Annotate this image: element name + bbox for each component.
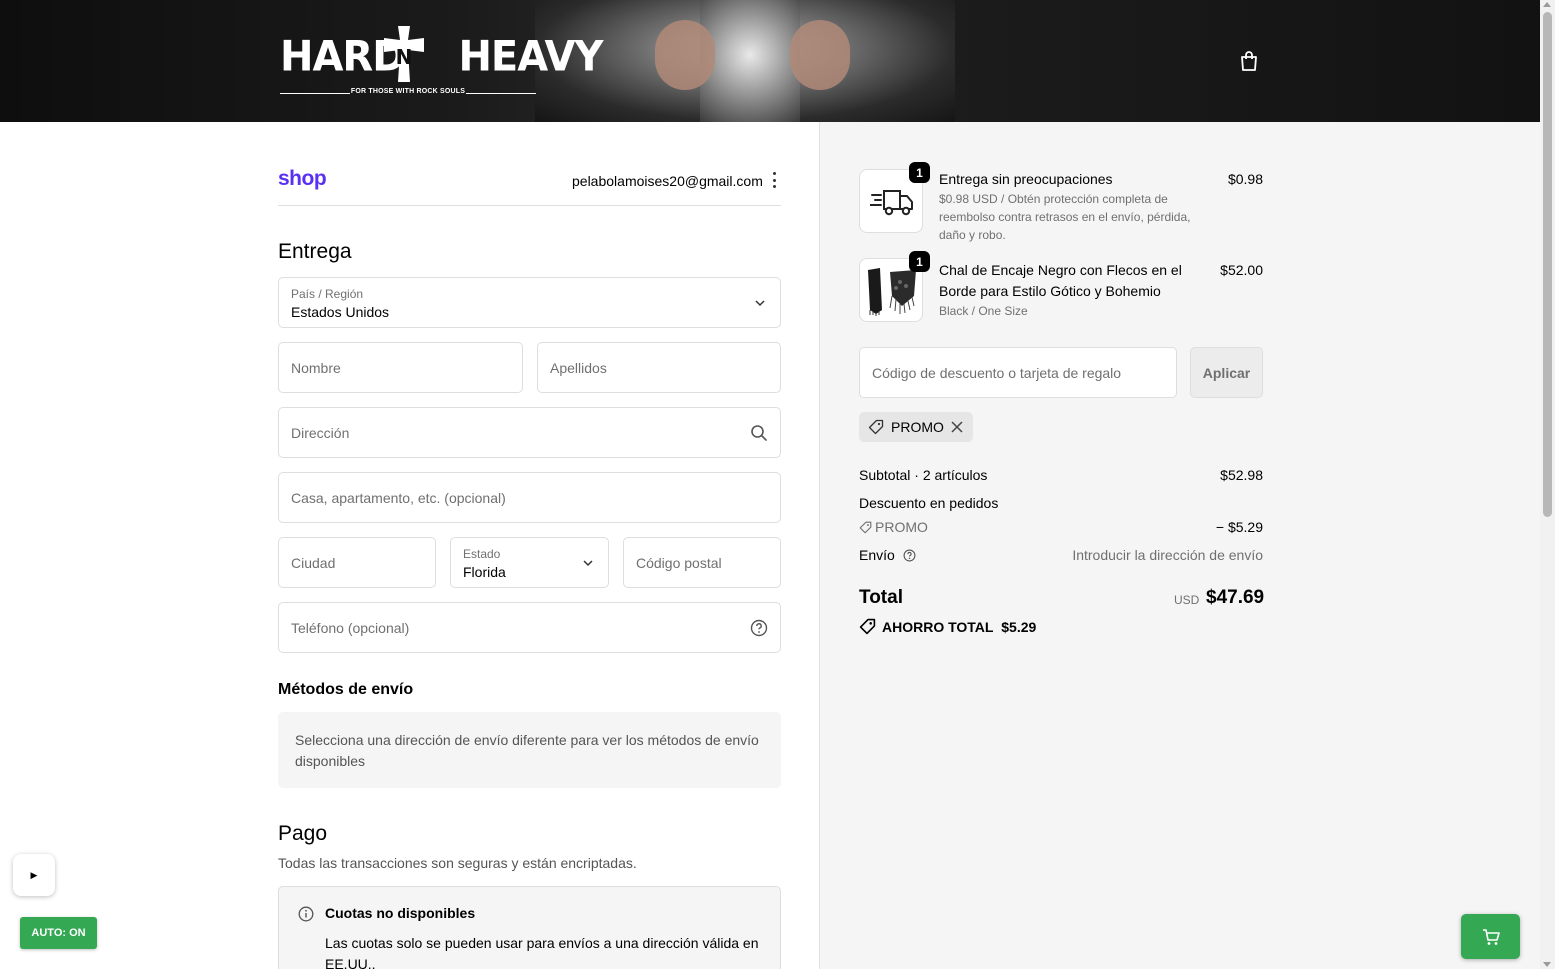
scroll-up-arrow-icon[interactable] — [1543, 2, 1551, 7]
close-icon[interactable] — [950, 420, 964, 434]
play-button[interactable]: ▶ — [13, 854, 55, 896]
address-field[interactable]: Dirección — [278, 407, 781, 458]
postal-code-field[interactable]: Código postal — [623, 537, 781, 588]
subtotal-value: $52.98 — [1220, 467, 1263, 483]
checkout-form-panel: shop pelabolamoises20@gmail.com Entrega … — [0, 122, 819, 969]
scroll-down-arrow-icon[interactable] — [1543, 962, 1551, 967]
svg-text:N: N — [396, 45, 413, 69]
store-logo[interactable]: HARD HEAVY N FOR THOSE WITH ROCK SOULS — [280, 26, 603, 100]
black-shawl-image — [868, 268, 916, 316]
total-savings: AHORRO TOTAL $5.29 — [859, 618, 1036, 635]
product-thumbnail: 1 — [859, 251, 930, 322]
floating-cart-button[interactable] — [1461, 914, 1520, 959]
search-icon[interactable] — [750, 424, 768, 442]
item-price: $52.00 — [1220, 262, 1263, 278]
discount-code-row: PROMO — [859, 519, 928, 535]
notice-text: Las cuotas solo se pueden usar para enví… — [325, 935, 759, 969]
shipping-value: Introducir la dirección de envío — [1072, 547, 1263, 563]
header-banner: HARD HEAVY N FOR THOSE WITH ROCK SOULS — [0, 0, 1540, 122]
tag-icon — [859, 521, 872, 534]
discount-code-input[interactable]: Código de descuento o tarjeta de regalo — [859, 347, 1177, 398]
account-email: pelabolamoises20@gmail.com — [572, 173, 763, 189]
shipping-methods-message: Selecciona una dirección de envío difere… — [278, 712, 781, 788]
page-scrollbar[interactable] — [1540, 0, 1555, 969]
chevron-down-icon — [755, 299, 765, 306]
country-select[interactable]: País / Región Estados Unidos — [278, 277, 781, 328]
divider — [278, 205, 781, 206]
applied-discount-chip: PROMO — [859, 412, 973, 442]
shopping-bag-icon[interactable] — [1238, 50, 1260, 72]
kebab-menu-icon[interactable] — [768, 172, 780, 188]
discount-value: − $5.29 — [1215, 519, 1263, 535]
city-field[interactable]: Ciudad — [278, 537, 436, 588]
logo-tagline: FOR THOSE WITH ROCK SOULS — [350, 88, 466, 95]
chevron-down-icon — [583, 559, 593, 566]
notice-title: Cuotas no disponibles — [325, 905, 476, 921]
item-title: Entrega sin preocupaciones — [939, 171, 1113, 187]
phone-field[interactable]: Teléfono (opcional) — [278, 602, 781, 653]
order-discount-label: Descuento en pedidos — [859, 495, 999, 511]
quantity-badge: 1 — [909, 162, 930, 183]
quantity-badge: 1 — [909, 251, 930, 272]
item-subtitle: Black / One Size — [939, 304, 1028, 318]
state-select[interactable]: Estado Florida — [450, 537, 609, 588]
apply-discount-button[interactable]: Aplicar — [1190, 347, 1263, 398]
first-name-field[interactable]: Nombre — [278, 342, 523, 393]
payment-subtitle: Todas las transacciones son seguras y es… — [278, 855, 637, 871]
total-label: Total — [859, 587, 903, 608]
shop-pay-logo[interactable]: shop — [278, 167, 327, 191]
tag-icon — [868, 419, 884, 435]
auto-toggle-button[interactable]: AUTO: ON — [20, 917, 97, 949]
delivery-truck-icon — [870, 190, 913, 216]
installments-notice: Cuotas no disponibles Las cuotas solo se… — [278, 886, 781, 969]
last-name-field[interactable]: Apellidos — [537, 342, 781, 393]
delivery-title: Entrega — [278, 240, 352, 263]
shipping-row-label: Envío — [859, 547, 916, 563]
product-thumbnail: 1 — [859, 162, 930, 233]
savings-tag-icon — [859, 618, 876, 635]
order-summary-panel: 1 Entrega sin preocupaciones $0.98 USD /… — [819, 122, 1540, 969]
help-circle-icon[interactable] — [903, 549, 916, 562]
item-subtitle: $0.98 USD / Obtén protección completa de… — [939, 192, 1191, 242]
payment-title: Pago — [278, 822, 328, 845]
logo-cross-icon: N — [384, 26, 424, 82]
apartment-field[interactable]: Casa, apartamento, etc. (opcional) — [278, 472, 781, 523]
item-title: Chal de Encaje Negro con Flecos en el Bo… — [939, 262, 1182, 299]
subtotal-label: Subtotal · 2 artículos — [859, 467, 988, 483]
scrollbar-thumb[interactable] — [1543, 12, 1552, 517]
info-icon — [298, 906, 314, 922]
total-value: $47.69 — [1206, 587, 1265, 608]
shipping-methods-title: Métodos de envío — [278, 681, 414, 698]
help-circle-icon[interactable] — [750, 619, 768, 637]
total-currency: USD — [1174, 593, 1200, 607]
item-price: $0.98 — [1227, 171, 1263, 187]
shopping-cart-icon — [1482, 928, 1500, 945]
